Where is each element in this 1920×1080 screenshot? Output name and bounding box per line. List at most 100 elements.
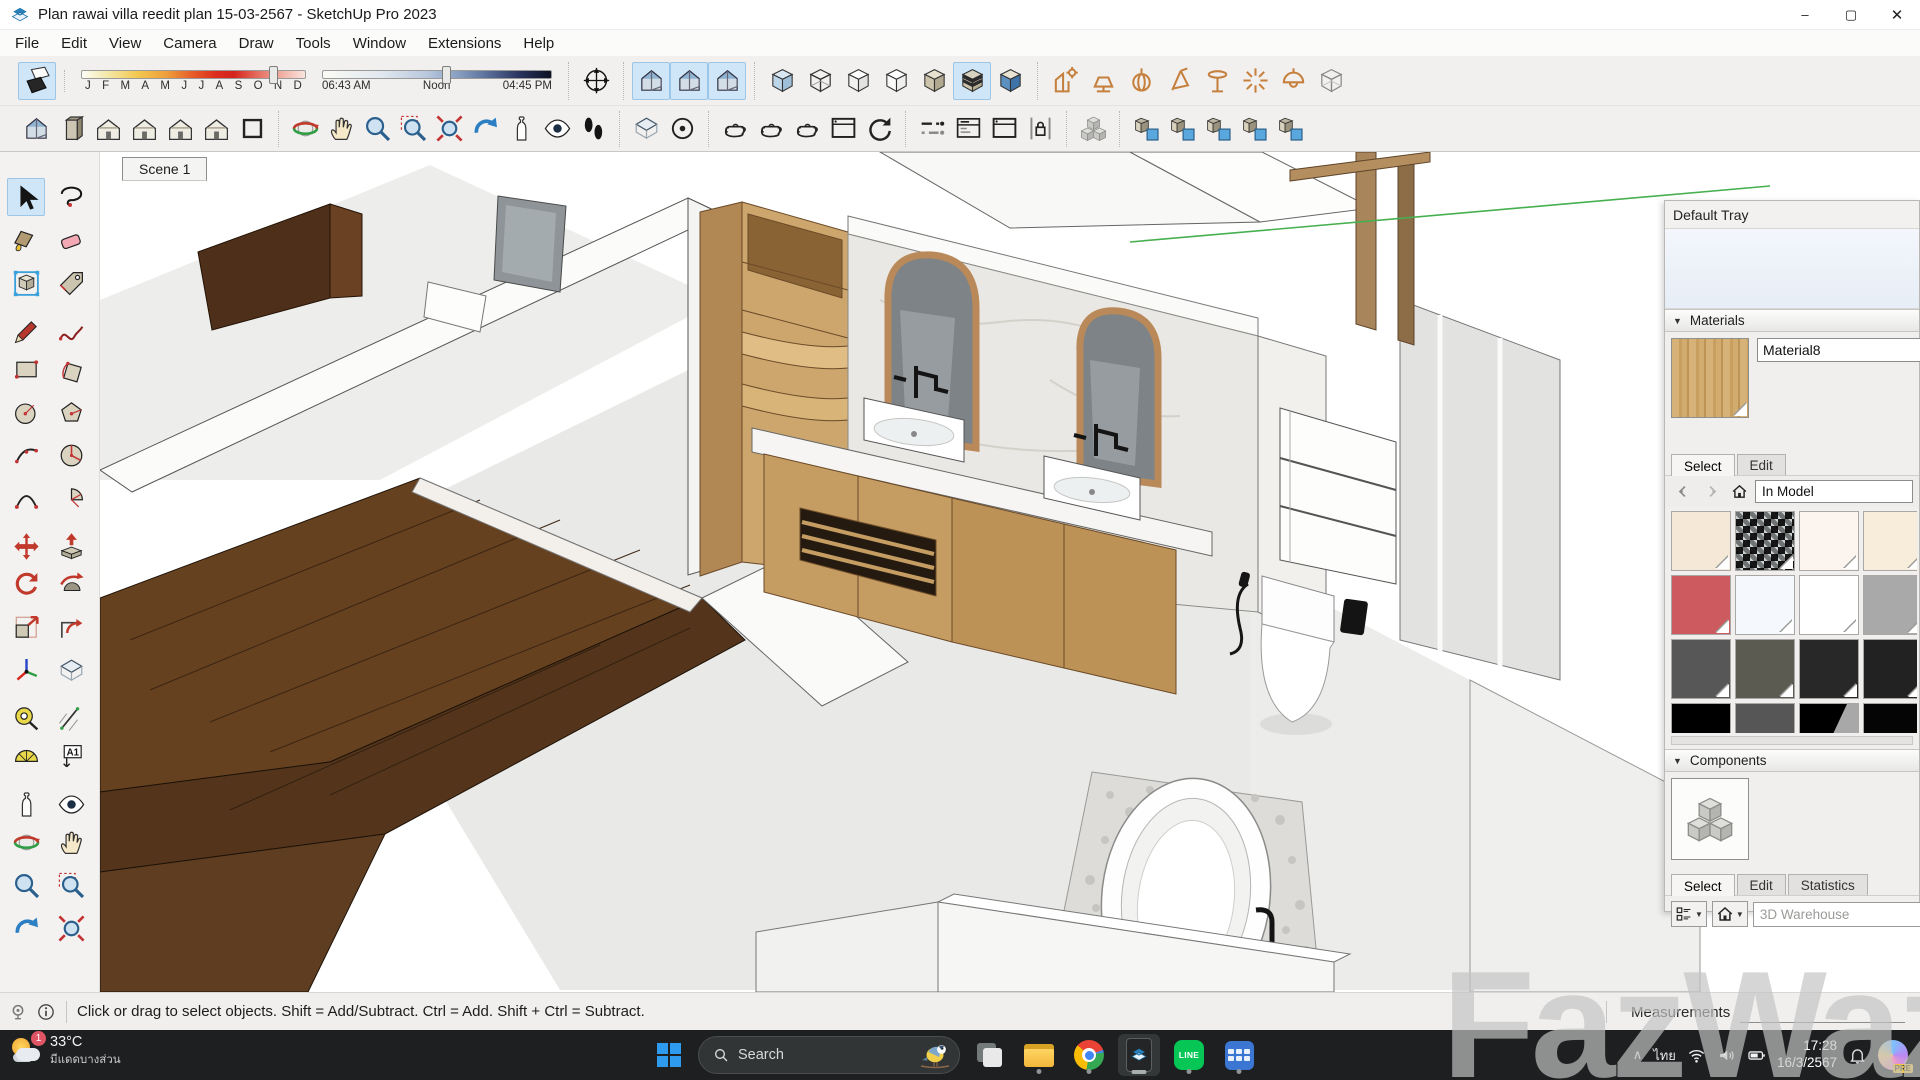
menu-camera[interactable]: Camera xyxy=(152,33,227,54)
material-black-gray-diag[interactable] xyxy=(1799,703,1859,733)
warehouse-search-field[interactable] xyxy=(1753,902,1920,927)
components-home-button[interactable]: ▼ xyxy=(1712,901,1748,927)
material-charcoal[interactable] xyxy=(1799,639,1859,699)
section-plane-button[interactable] xyxy=(628,111,664,147)
menu-draw[interactable]: Draw xyxy=(228,33,285,54)
rectangle-tool[interactable] xyxy=(7,350,45,388)
spot-light-button[interactable] xyxy=(1160,62,1198,100)
material-mid-gray[interactable] xyxy=(1735,703,1795,733)
dome-light-button[interactable] xyxy=(1274,62,1312,100)
scene-light-button[interactable] xyxy=(1046,62,1084,100)
freehand-tool[interactable] xyxy=(52,312,90,350)
menu-help[interactable]: Help xyxy=(512,33,565,54)
render-viewport-button[interactable] xyxy=(789,111,825,147)
calculator-button[interactable] xyxy=(1218,1034,1260,1076)
position-camera-tool[interactable] xyxy=(7,785,45,823)
render-asset-editor-button[interactable] xyxy=(717,111,753,147)
maximize-button[interactable]: ▢ xyxy=(1828,0,1874,29)
geolocation-icon[interactable] xyxy=(8,1002,28,1022)
overlay-toggle-button[interactable] xyxy=(914,111,950,147)
style-monochrome-button[interactable] xyxy=(991,62,1029,100)
time-slider-track[interactable] xyxy=(322,70,552,79)
material-collection-dropdown[interactable]: In Model xyxy=(1755,480,1913,503)
orbit-tool[interactable] xyxy=(7,823,45,861)
style-hidden-line-button[interactable] xyxy=(877,62,915,100)
chrome-button[interactable] xyxy=(1068,1034,1110,1076)
ceiling-light-button[interactable] xyxy=(1198,62,1236,100)
view-iso-button[interactable] xyxy=(18,111,54,147)
zoom-extents-tool[interactable] xyxy=(52,909,90,947)
position-camera-button[interactable] xyxy=(503,111,539,147)
text-tool[interactable] xyxy=(52,737,90,775)
materials-tab-edit[interactable]: Edit xyxy=(1737,454,1786,475)
arc-tool[interactable] xyxy=(7,436,45,474)
minimize-button[interactable]: – xyxy=(1782,0,1828,29)
render-sphere-button[interactable] xyxy=(1312,62,1350,100)
menu-tools[interactable]: Tools xyxy=(285,33,342,54)
material-black-2[interactable] xyxy=(1863,703,1917,733)
style-shaded-textures-button[interactable] xyxy=(953,62,991,100)
look-around-tool[interactable] xyxy=(52,785,90,823)
push-pull-tool[interactable] xyxy=(52,527,90,565)
lasso-select-tool[interactable] xyxy=(52,178,90,216)
menu-window[interactable]: Window xyxy=(342,33,417,54)
pan-tool[interactable] xyxy=(52,823,90,861)
point-light-button[interactable] xyxy=(1236,62,1274,100)
section-display-button[interactable] xyxy=(664,111,700,147)
rotated-rectangle-tool[interactable] xyxy=(52,350,90,388)
previous-view-button[interactable] xyxy=(467,111,503,147)
wall-lamp-button[interactable] xyxy=(1084,62,1122,100)
view-left-button[interactable] xyxy=(198,111,234,147)
material-name-field[interactable] xyxy=(1757,338,1920,362)
eraser-tool[interactable] xyxy=(52,221,90,259)
material-dark-gray[interactable] xyxy=(1671,639,1731,699)
zoom-window-button[interactable] xyxy=(395,111,431,147)
follow-me-tool[interactable] xyxy=(52,565,90,603)
look-around-button[interactable] xyxy=(539,111,575,147)
zoom-button[interactable] xyxy=(359,111,395,147)
walk-button[interactable] xyxy=(575,111,611,147)
scale-tool[interactable] xyxy=(7,608,45,646)
axes-compass-button[interactable] xyxy=(577,62,615,100)
material-white[interactable] xyxy=(1799,575,1859,635)
component-browser-button[interactable] xyxy=(1075,111,1111,147)
file-explorer-button[interactable] xyxy=(1018,1034,1060,1076)
line-tool[interactable] xyxy=(7,312,45,350)
back-arrow-button[interactable] xyxy=(1671,481,1695,503)
view-building-button[interactable] xyxy=(54,111,90,147)
panel-image-button[interactable] xyxy=(986,111,1022,147)
tag-tool[interactable] xyxy=(52,264,90,302)
copilot-icon[interactable]: PRE xyxy=(1878,1040,1908,1070)
view-options-button[interactable]: ▼ xyxy=(1671,901,1707,927)
menu-edit[interactable]: Edit xyxy=(50,33,98,54)
style-shaded-button[interactable] xyxy=(915,62,953,100)
info-icon[interactable] xyxy=(36,1002,56,1022)
component-preview-thumbnail[interactable] xyxy=(1671,778,1749,860)
view-frame-button[interactable] xyxy=(234,111,270,147)
measurements-input[interactable] xyxy=(1740,1001,1905,1023)
batch-render-button[interactable] xyxy=(861,111,897,147)
select-tool[interactable] xyxy=(7,178,45,216)
home-button[interactable] xyxy=(1727,481,1751,503)
material-black[interactable] xyxy=(1671,703,1731,733)
menu-extensions[interactable]: Extensions xyxy=(417,33,512,54)
style-wireframe-button[interactable] xyxy=(801,62,839,100)
wifi-icon[interactable] xyxy=(1687,1046,1706,1065)
offset-tool[interactable] xyxy=(52,608,90,646)
box-tool-1-button[interactable] xyxy=(1128,111,1164,147)
panel-browser-button[interactable] xyxy=(950,111,986,147)
taskbar-search-box[interactable]: Search xyxy=(698,1036,960,1074)
two-point-perspective-button[interactable] xyxy=(632,62,670,100)
frame-buffer-button[interactable] xyxy=(825,111,861,147)
scene-tab[interactable]: Scene 1 xyxy=(122,157,207,181)
battery-icon[interactable] xyxy=(1747,1046,1766,1065)
style-back-edges-button[interactable] xyxy=(839,62,877,100)
view-top-button[interactable] xyxy=(90,111,126,147)
volume-icon[interactable] xyxy=(1717,1046,1736,1065)
parallel-projection-button[interactable] xyxy=(708,62,746,100)
box-tool-2-button[interactable] xyxy=(1164,111,1200,147)
date-slider-track[interactable] xyxy=(81,70,306,79)
view-back-button[interactable] xyxy=(162,111,198,147)
materials-section-header[interactable]: ▼ Materials xyxy=(1665,309,1919,332)
forward-arrow-button[interactable] xyxy=(1699,481,1723,503)
